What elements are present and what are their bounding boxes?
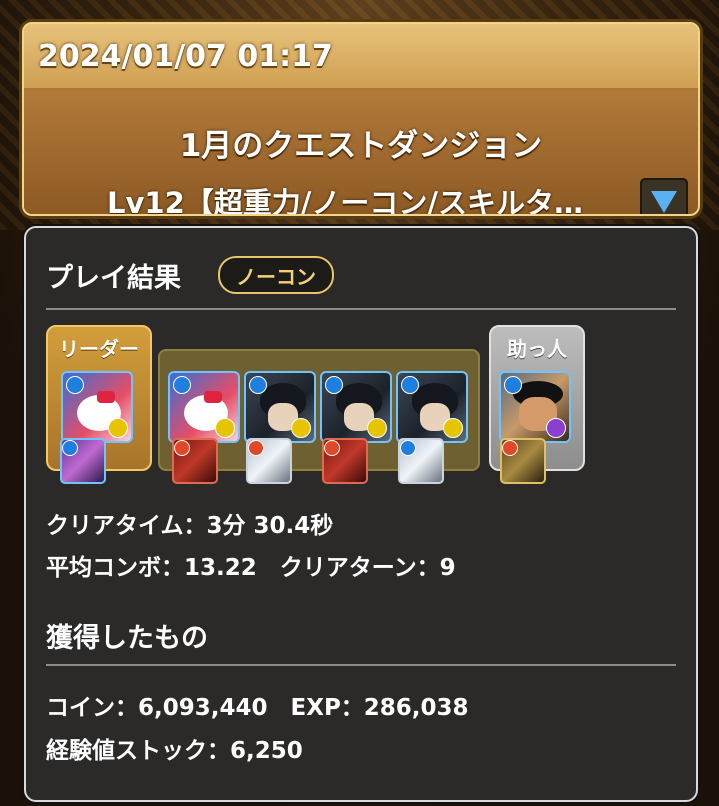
water-attribute-icon	[401, 376, 419, 394]
sub-assist-card-3[interactable]	[322, 438, 368, 484]
water-attribute-icon	[62, 440, 78, 456]
rewards-title: 獲得したもの	[46, 623, 208, 654]
sub-monster-card-1[interactable]	[168, 371, 240, 443]
exp-stock: 経験値ストック：6,250	[46, 738, 303, 764]
kitty-bow	[97, 391, 115, 403]
dropdown-button[interactable]	[640, 178, 688, 214]
combo-and-turns: 平均コンボ：13.22 クリアターン：9	[46, 555, 456, 581]
timestamp: 2024/01/07 01:17	[24, 24, 698, 90]
play-result-title: プレイ結果	[46, 263, 181, 294]
coin-and-exp: コイン：6,093,440 EXP：286,038	[46, 695, 469, 721]
leader-monster-card[interactable]	[61, 371, 133, 443]
water-attribute-icon	[504, 376, 522, 394]
dark-subattribute-icon	[546, 418, 566, 438]
light-subattribute-icon	[215, 418, 235, 438]
light-subattribute-icon	[108, 418, 128, 438]
water-attribute-icon	[400, 440, 416, 456]
light-subattribute-icon	[291, 418, 311, 438]
leader-assist-card[interactable]	[60, 438, 106, 484]
no-continue-badge: ノーコン	[218, 256, 334, 294]
dungeon-header[interactable]: 2024/01/07 01:17 1月のクエストダンジョン Lv12【超重力/ノ…	[22, 22, 700, 216]
sub-monster-card-4[interactable]	[396, 371, 468, 443]
dungeon-info: 1月のクエストダンジョン Lv12【超重力/ノーコン/スキルタ…	[24, 90, 698, 214]
result-panel: プレイ結果 ノーコン リーダー 助っ人 クリアタイム：3分 30.4秒 平均コン…	[24, 226, 698, 802]
light-subattribute-icon	[367, 418, 387, 438]
water-attribute-icon	[325, 376, 343, 394]
clear-time: クリアタイム：3分 30.4秒	[46, 513, 334, 539]
helper-monster-card[interactable]	[499, 371, 571, 443]
fire-attribute-icon	[174, 440, 190, 456]
water-attribute-icon	[173, 376, 191, 394]
helper-assist-card[interactable]	[500, 438, 546, 484]
dungeon-subtitle: Lv12【超重力/ノーコン/スキルタ…	[107, 186, 583, 216]
light-subattribute-icon	[443, 418, 463, 438]
sub-monster-card-2[interactable]	[244, 371, 316, 443]
triangle-down-icon	[651, 191, 677, 213]
dungeon-name: 1月のクエストダンジョン	[179, 128, 543, 164]
fire-attribute-icon	[324, 440, 340, 456]
sub-assist-card-4[interactable]	[398, 438, 444, 484]
fire-attribute-icon	[502, 440, 518, 456]
leader-label: リーダー	[59, 337, 139, 361]
water-attribute-icon	[249, 376, 267, 394]
fire-attribute-icon	[248, 440, 264, 456]
sub-assist-card-1[interactable]	[172, 438, 218, 484]
kitty-bow	[204, 391, 222, 403]
sub-assist-card-2[interactable]	[246, 438, 292, 484]
water-attribute-icon	[66, 376, 84, 394]
sub-monster-card-3[interactable]	[320, 371, 392, 443]
divider	[46, 664, 676, 666]
helper-label: 助っ人	[507, 337, 567, 361]
divider	[46, 308, 676, 310]
